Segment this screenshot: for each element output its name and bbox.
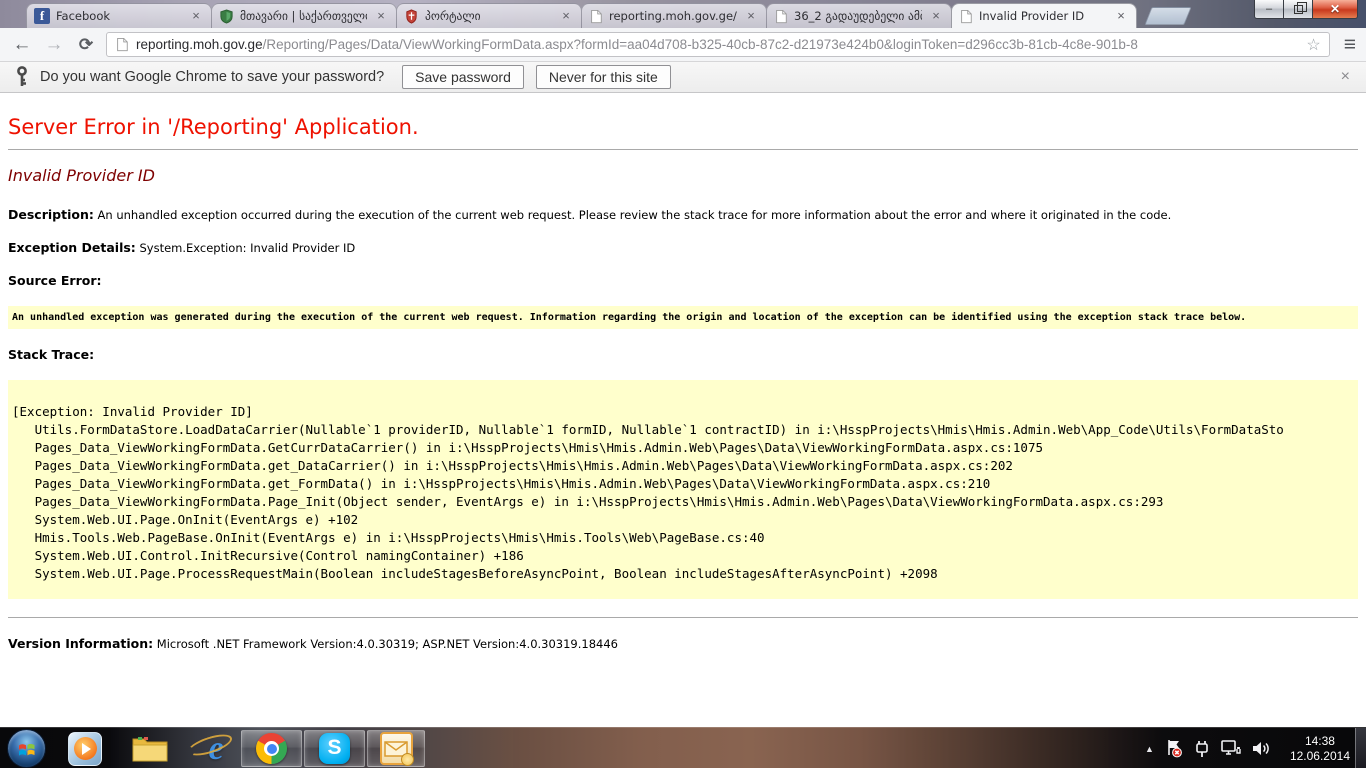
- key-icon: [16, 66, 28, 88]
- address-bar[interactable]: reporting.moh.gov.ge/Reporting/Pages/Dat…: [106, 32, 1330, 57]
- divider: [8, 149, 1358, 150]
- new-tab-button[interactable]: [1144, 7, 1191, 25]
- emblem-icon: [404, 9, 419, 24]
- tab-invalid-provider-id[interactable]: Invalid Provider ID ×: [951, 3, 1137, 28]
- start-button[interactable]: [7, 729, 46, 768]
- page-icon: [774, 9, 788, 24]
- page-title: Server Error in '/Reporting' Application…: [8, 115, 1358, 139]
- divider: [8, 617, 1358, 618]
- window-restore-button[interactable]: [1284, 0, 1312, 19]
- url-path: /Reporting/Pages/Data/ViewWorkingFormDat…: [263, 37, 1138, 52]
- page-icon: [589, 9, 603, 24]
- tab-mtavari[interactable]: მთავარი | საქართველო ×: [211, 3, 397, 28]
- version-text: Microsoft .NET Framework Version:4.0.303…: [153, 637, 618, 651]
- url-text: reporting.moh.gov.ge/Reporting/Pages/Dat…: [136, 37, 1299, 52]
- skype-icon: S: [319, 733, 350, 764]
- tab-close-icon[interactable]: ×: [928, 8, 944, 24]
- tab-title: 36_2 გადაუდებელი ამბუ: [794, 4, 922, 29]
- description-row: Description: An unhandled exception occu…: [8, 207, 1358, 222]
- back-button[interactable]: ←: [10, 33, 34, 57]
- page-icon: [115, 37, 129, 52]
- outlook-icon: [380, 732, 413, 765]
- exception-details-label: Exception Details:: [8, 240, 136, 255]
- media-player-icon: [68, 732, 102, 766]
- window-close-button[interactable]: ✕: [1312, 0, 1358, 19]
- tab-facebook[interactable]: f Facebook ×: [26, 3, 212, 28]
- bookmark-star-icon[interactable]: ☆: [1306, 35, 1320, 55]
- stack-trace-label: Stack Trace:: [8, 347, 94, 362]
- network-icon[interactable]: [1221, 740, 1241, 757]
- tab-portali[interactable]: პორტალი ×: [396, 3, 582, 28]
- tab-title: Invalid Provider ID: [979, 4, 1107, 29]
- tab-title: პორტალი: [425, 4, 552, 29]
- clock-time: 14:38: [1290, 734, 1350, 749]
- description-text: An unhandled exception occurred during t…: [94, 208, 1171, 222]
- never-for-this-site-button[interactable]: Never for this site: [536, 65, 671, 89]
- taskbar-item-explorer[interactable]: [128, 728, 172, 768]
- screen: f Facebook × მთავარი | საქართველო × პორტ…: [0, 0, 1366, 768]
- chrome-menu-icon[interactable]: ≡: [1344, 35, 1356, 55]
- facebook-icon: f: [34, 8, 50, 24]
- source-error-row: Source Error:: [8, 273, 1358, 288]
- taskbar: e S ▲: [0, 727, 1366, 768]
- source-error-label: Source Error:: [8, 273, 102, 288]
- action-center-flag-icon[interactable]: [1165, 739, 1183, 758]
- clock-date: 12.06.2014: [1290, 749, 1350, 764]
- tabs-container: f Facebook × მთავარი | საქართველო × პორტ…: [26, 3, 1136, 28]
- exception-details-text: System.Exception: Invalid Provider ID: [136, 241, 355, 255]
- outlook-clock-badge: [401, 753, 414, 766]
- windows-flag-icon: [17, 739, 37, 759]
- chrome-icon: [256, 733, 287, 764]
- stack-trace-row: Stack Trace:: [8, 347, 1358, 362]
- taskbar-item-media-player[interactable]: [64, 728, 106, 768]
- tab-close-icon[interactable]: ×: [373, 8, 389, 24]
- tray-expand-icon[interactable]: ▲: [1145, 744, 1154, 754]
- error-subtitle: Invalid Provider ID: [8, 166, 1358, 185]
- version-row: Version Information: Microsoft .NET Fram…: [8, 636, 1358, 651]
- exception-details-row: Exception Details: System.Exception: Inv…: [8, 240, 1358, 255]
- forward-button[interactable]: →: [42, 33, 66, 57]
- save-password-button[interactable]: Save password: [402, 65, 524, 89]
- system-tray: ▲: [1145, 728, 1354, 768]
- taskbar-item-skype[interactable]: S: [304, 730, 365, 767]
- browser-toolbar: ← → ⟳ reporting.moh.gov.ge/Reporting/Pag…: [0, 28, 1366, 62]
- tab-strip: f Facebook × მთავარი | საქართველო × პორტ…: [0, 0, 1366, 28]
- tab-title: მთავარი | საქართველო: [240, 4, 367, 29]
- taskbar-clock[interactable]: 14:38 12.06.2014: [1290, 734, 1350, 764]
- error-page: Server Error in '/Reporting' Application…: [0, 93, 1366, 727]
- window-controls: – ✕: [1254, 0, 1358, 19]
- tab-close-icon[interactable]: ×: [743, 8, 759, 24]
- tab-title: Facebook: [56, 4, 182, 29]
- version-label: Version Information:: [8, 636, 153, 651]
- tab-close-icon[interactable]: ×: [558, 8, 574, 24]
- folder-icon: [132, 735, 168, 763]
- volume-icon[interactable]: [1252, 740, 1271, 757]
- power-plug-icon[interactable]: [1194, 740, 1210, 758]
- close-icon: ✕: [1330, 2, 1340, 16]
- description-label: Description:: [8, 207, 94, 222]
- taskbar-item-outlook[interactable]: [367, 730, 425, 767]
- taskbar-item-chrome[interactable]: [241, 730, 302, 767]
- save-password-infobar: Do you want Google Chrome to save your p…: [0, 62, 1366, 93]
- tab-title: reporting.moh.gov.ge/Re: [609, 4, 737, 29]
- restore-icon: [1294, 5, 1303, 14]
- stack-trace-box: [Exception: Invalid Provider ID] Utils.F…: [8, 380, 1358, 599]
- infobar-close-icon[interactable]: ×: [1341, 68, 1350, 86]
- infobar-message: Do you want Google Chrome to save your p…: [40, 69, 384, 85]
- window-minimize-button[interactable]: –: [1254, 0, 1284, 19]
- reload-button[interactable]: ⟳: [74, 33, 98, 57]
- url-domain: reporting.moh.gov.ge: [136, 37, 263, 52]
- shield-icon: [219, 9, 234, 24]
- tab-reporting[interactable]: reporting.moh.gov.ge/Re ×: [581, 3, 767, 28]
- tab-close-icon[interactable]: ×: [188, 8, 204, 24]
- tab-36-2[interactable]: 36_2 გადაუდებელი ამბუ ×: [766, 3, 952, 28]
- taskbar-item-internet-explorer[interactable]: e: [194, 728, 238, 768]
- minimize-icon: –: [1266, 3, 1272, 15]
- page-icon: [959, 9, 973, 24]
- tab-close-icon[interactable]: ×: [1113, 8, 1129, 24]
- source-error-box: An unhandled exception was generated dur…: [8, 306, 1358, 329]
- show-desktop-button[interactable]: [1355, 728, 1366, 768]
